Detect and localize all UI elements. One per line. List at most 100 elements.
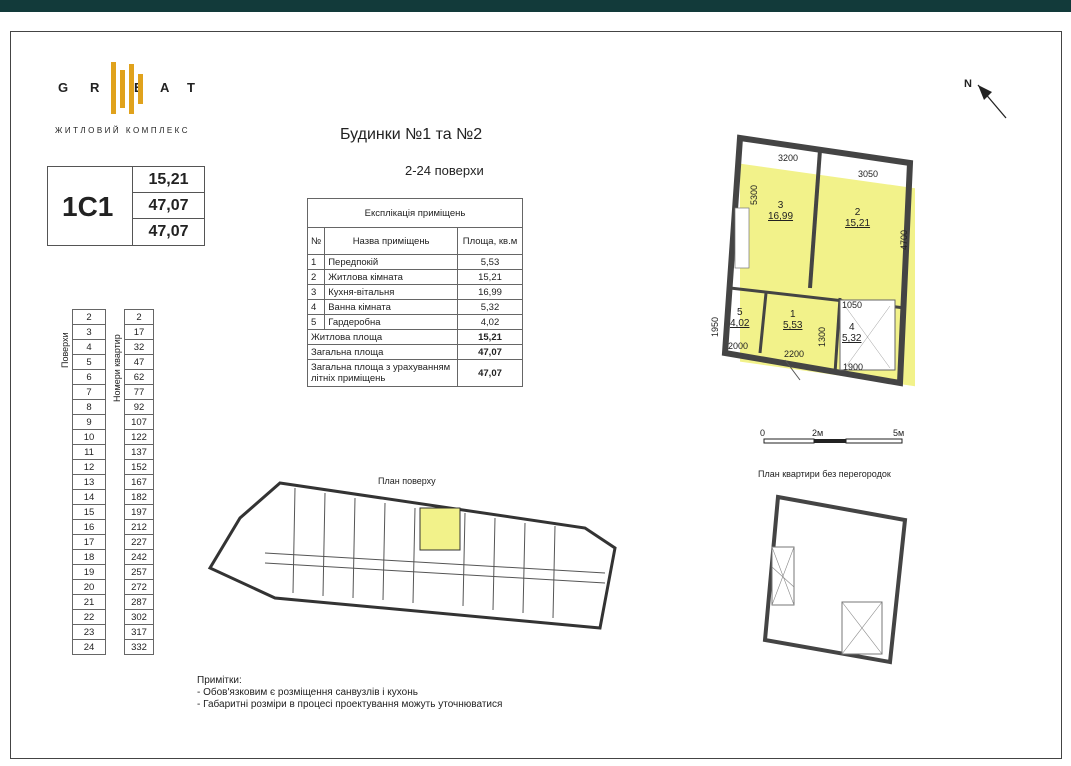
unit-box: 1С1 15,21 47,07 47,07 [47, 166, 205, 246]
total-row: Загальна площа з урахуванням літніх прим… [307, 359, 523, 387]
apartment-cell: 287 [124, 594, 154, 610]
plan-no-partitions [762, 494, 908, 665]
dim-2200: 2200 [784, 349, 805, 359]
apartment-cell: 137 [124, 444, 154, 460]
apartment-cell: 2 [124, 309, 154, 325]
floor-cell: 14 [72, 489, 106, 505]
apartment-cell: 77 [124, 384, 154, 400]
apartment-cell: 152 [124, 459, 154, 475]
logo-letter-g: G [58, 80, 70, 95]
unit-living-area: 15,21 [132, 167, 204, 193]
apartment-cell: 92 [124, 399, 154, 415]
dim-5300: 5300 [749, 184, 760, 206]
apartment-cell: 272 [124, 579, 154, 595]
floor-cell: 8 [72, 399, 106, 415]
north-arrow-icon [977, 84, 1007, 119]
top-bar [0, 0, 1071, 12]
notes: Примітки: - Обов'язковим є розміщення са… [197, 675, 502, 711]
apartments-table: 2 17 32 47 62 77 92 107 122 137 152 167 182 197 212 227… [124, 309, 154, 655]
room-3: 3 16,99 [768, 200, 794, 222]
dim-4700: 4700 [899, 229, 910, 251]
floor-cell: 15 [72, 504, 106, 520]
room-4: 4 5,32 [842, 322, 862, 344]
floors-table: 2 3 4 5 6 7 8 9 10 11 12 13 14 15 16 17 18 19 20 21 22 23 24 [72, 309, 106, 655]
room-5: 5 4,02 [730, 307, 750, 329]
floor-cell: 17 [72, 534, 106, 550]
apartment-cell: 227 [124, 534, 154, 550]
dim-2000: 2000 [728, 341, 749, 351]
apartment-cell: 317 [124, 624, 154, 640]
dim-3050: 3050 [858, 169, 879, 179]
table-row: 1 Передпокій 5,53 [306, 254, 523, 270]
unit-code: 1С1 [62, 191, 114, 222]
floor-cell: 24 [72, 639, 106, 655]
apartment-cell: 62 [124, 369, 154, 385]
floor-cell: 9 [72, 414, 106, 430]
floor-cell: 11 [72, 444, 106, 460]
dim-1900: 1900 [843, 362, 864, 372]
floor-cell: 16 [72, 519, 106, 535]
unit-values: 15,21 47,07 47,07 [132, 167, 204, 245]
table-row: 4 Ванна кімната 5,32 [306, 299, 523, 315]
apartment-cell: 17 [124, 324, 154, 340]
logo-letter-r: R [90, 80, 101, 95]
floor-cell: 4 [72, 339, 106, 355]
total-row: Загальна площа 47,07 [307, 344, 523, 360]
floor-cell: 5 [72, 354, 106, 370]
floors-range: 2-24 поверхи [405, 163, 484, 178]
floor-plan [207, 481, 617, 630]
total-row: Житлова площа 15,21 [307, 329, 523, 345]
dim-1050: 1050 [842, 300, 863, 310]
unit-total-area-summer: 47,07 [132, 219, 204, 245]
table-row: 5 Гардеробна 4,02 [306, 314, 523, 330]
logo-letter-a: A [160, 80, 171, 95]
col-name: Назва приміщень [324, 227, 458, 255]
floor-cell: 7 [72, 384, 106, 400]
floor-cell: 6 [72, 369, 106, 385]
dim-1950: 1950 [710, 316, 721, 338]
scale-0: 0 [760, 428, 766, 438]
apartments-label: Номери квартир [112, 334, 122, 402]
table-row: 2 Житлова кімната 15,21 [306, 269, 523, 285]
room-2: 2 15,21 [845, 207, 871, 229]
apartment-cell: 332 [124, 639, 154, 655]
apartment-cell: 257 [124, 564, 154, 580]
scale-5m: 5м [893, 428, 905, 438]
table-row: 3 Кухня-вітальня 16,99 [306, 284, 523, 300]
floor-cell: 22 [72, 609, 106, 625]
floor-cell: 2 [72, 309, 106, 325]
floor-cell: 12 [72, 459, 106, 475]
apartment-cell: 167 [124, 474, 154, 490]
dim-3200: 3200 [778, 153, 799, 163]
col-area: Площа, кв.м [457, 227, 523, 255]
explication-title: Експлікація приміщень [307, 198, 523, 228]
notes-title: Примітки: [197, 675, 242, 686]
floor-cell: 23 [72, 624, 106, 640]
apartment-cell: 242 [124, 549, 154, 565]
room-1: 1 5,53 [783, 309, 803, 331]
logo-bars-icon [111, 62, 143, 114]
col-no: № [306, 227, 326, 255]
page-title: Будинки №1 та №2 [340, 126, 483, 143]
apartment-cell: 107 [124, 414, 154, 430]
apartment-cell: 32 [124, 339, 154, 355]
logo-letter-t: T [187, 80, 196, 95]
note-item: - Обов'язковим є розміщення санвузлів і … [197, 687, 418, 698]
apartment-cell: 47 [124, 354, 154, 370]
floor-cell: 3 [72, 324, 106, 340]
apartment-cell: 302 [124, 609, 154, 625]
apartment-cell: 212 [124, 519, 154, 535]
apartment-cell: 182 [124, 489, 154, 505]
scale-2m: 2м [812, 428, 824, 438]
floors-label: Поверхи [60, 332, 70, 368]
note-item: - Габаритні розміри в процесі проектуван… [197, 699, 503, 710]
apartment-cell: 122 [124, 429, 154, 445]
apartment-cell: 197 [124, 504, 154, 520]
floor-cell: 19 [72, 564, 106, 580]
explication-table: Експлікація приміщень № Назва приміщень … [306, 198, 523, 387]
floor-cell: 21 [72, 594, 106, 610]
logo-subtitle: ЖИТЛОВИЙ КОМПЛЕКС [55, 126, 191, 135]
unit-total-area: 47,07 [132, 193, 204, 219]
no-partitions-label: План квартири без перегородок [758, 469, 891, 479]
floor-cell: 20 [72, 579, 106, 595]
